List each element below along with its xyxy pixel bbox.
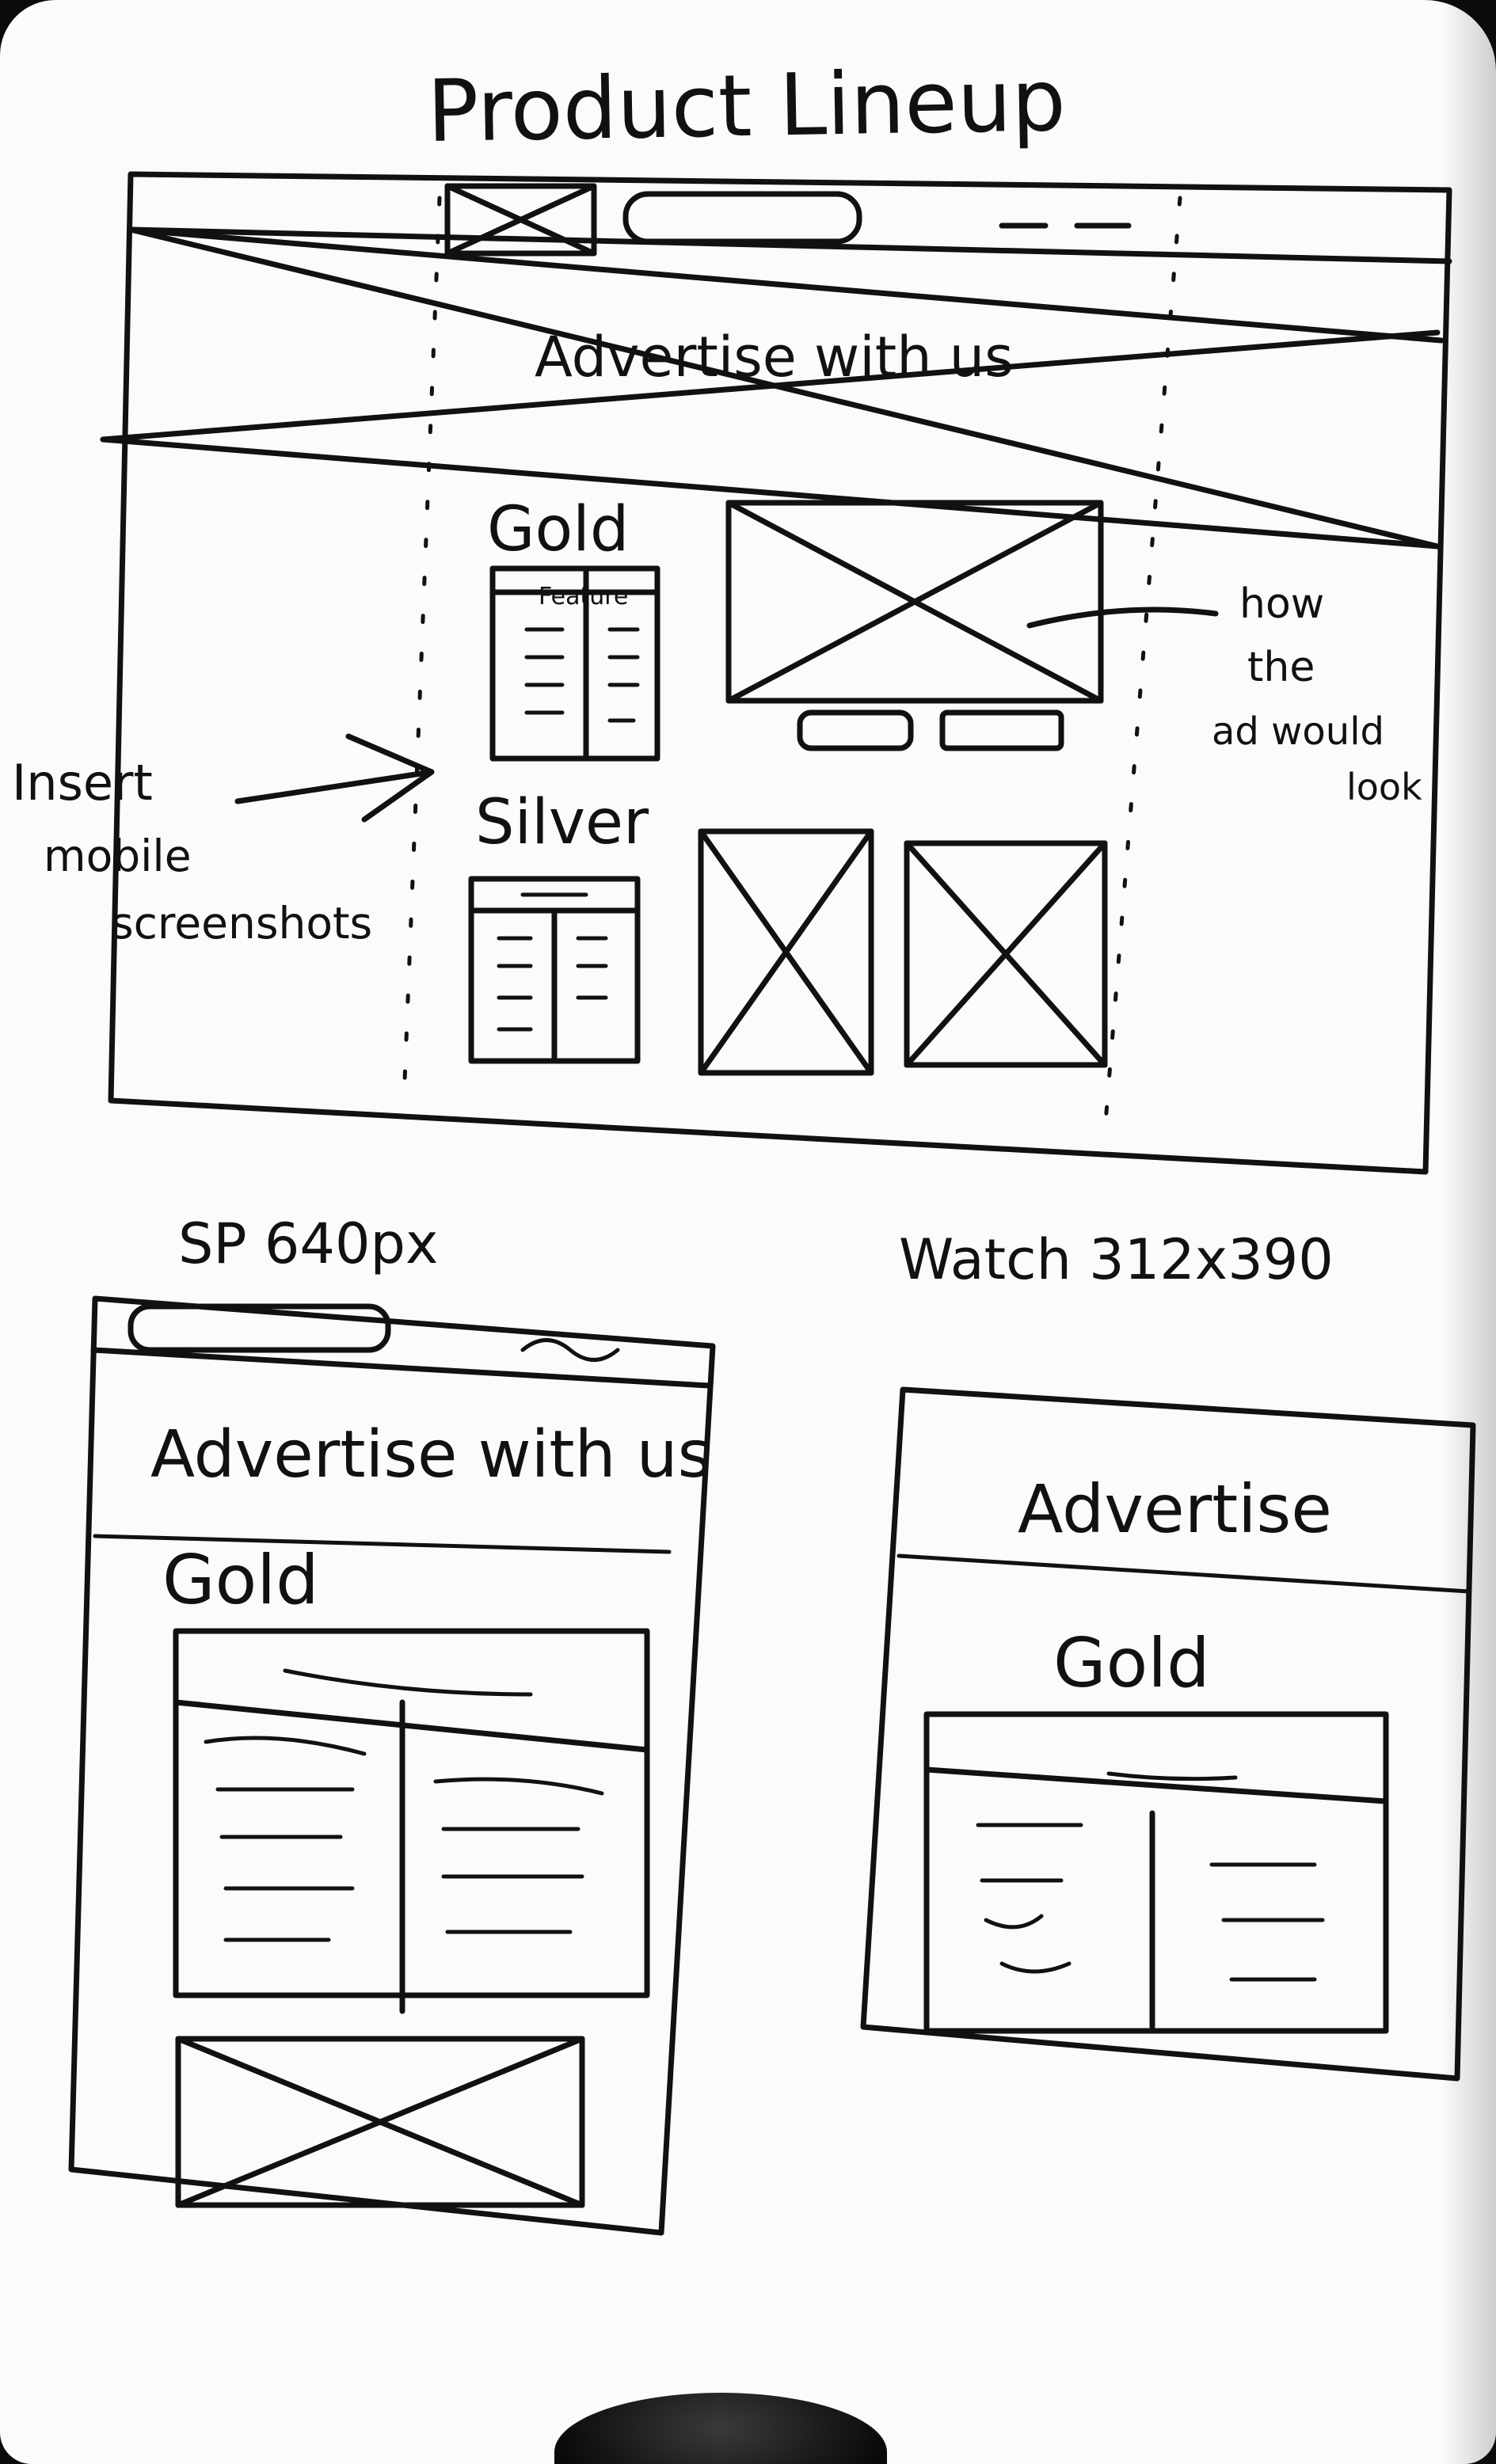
watch-tier-label: Gold	[1053, 1624, 1210, 1703]
silver-screenshot-1	[698, 828, 874, 1076]
phone-heading: Advertise with us	[150, 1417, 711, 1492]
watch-pricing-table	[923, 1711, 1389, 2034]
phone-header-divider	[90, 1347, 712, 1389]
note-how-line-2: the	[1247, 644, 1315, 691]
ad-button-1	[797, 709, 914, 751]
phone-label: SP 640px	[178, 1211, 438, 1276]
note-how-line-3: ad would	[1212, 709, 1384, 754]
note-insert-line-3: screenshots	[111, 898, 372, 949]
left-guide-line	[402, 196, 442, 1103]
phone-wireframe: Advertise with us Gold	[68, 1295, 716, 2236]
arrow-icon	[234, 733, 435, 823]
silver-screenshot-2	[904, 840, 1108, 1068]
logo-placeholder	[444, 183, 597, 257]
phone-ad-image	[175, 2036, 585, 2208]
silver-tier-label: Silver	[475, 787, 649, 858]
page-title: Product Lineup	[426, 51, 1067, 162]
note-insert-screenshots: Insert mobile screenshots	[12, 733, 435, 949]
watch-label: Watch 312x390	[899, 1227, 1334, 1292]
sketch-page: Product Lineup Advertise with us Gold Fe…	[0, 0, 1496, 2464]
silver-pricing-table	[468, 876, 641, 1064]
gold-tier-label: Gold	[487, 494, 629, 565]
gold-pricing-table: Feature	[489, 565, 660, 762]
phone-pricing-table	[173, 1628, 650, 2014]
search-bar-placeholder	[622, 191, 862, 245]
banner-text: Advertise with us	[535, 325, 1014, 390]
gold-table-header: Feature	[539, 583, 628, 610]
note-how-line-4: look	[1346, 766, 1422, 808]
phone-tier-label: Gold	[162, 1541, 319, 1620]
note-insert-line-2: mobile	[44, 831, 192, 881]
watch-wireframe: Advertise Gold	[860, 1386, 1476, 2082]
phone-menu-placeholder	[520, 1338, 620, 1362]
right-guide-line	[1102, 196, 1182, 1135]
note-how-line-1: how	[1239, 580, 1324, 628]
ad-preview-image	[725, 500, 1104, 704]
banner: Advertise with us	[100, 226, 1445, 549]
note-insert-line-1: Insert	[12, 754, 153, 812]
ad-button-2	[939, 709, 1064, 751]
watch-heading: Advertise	[1018, 1470, 1332, 1548]
